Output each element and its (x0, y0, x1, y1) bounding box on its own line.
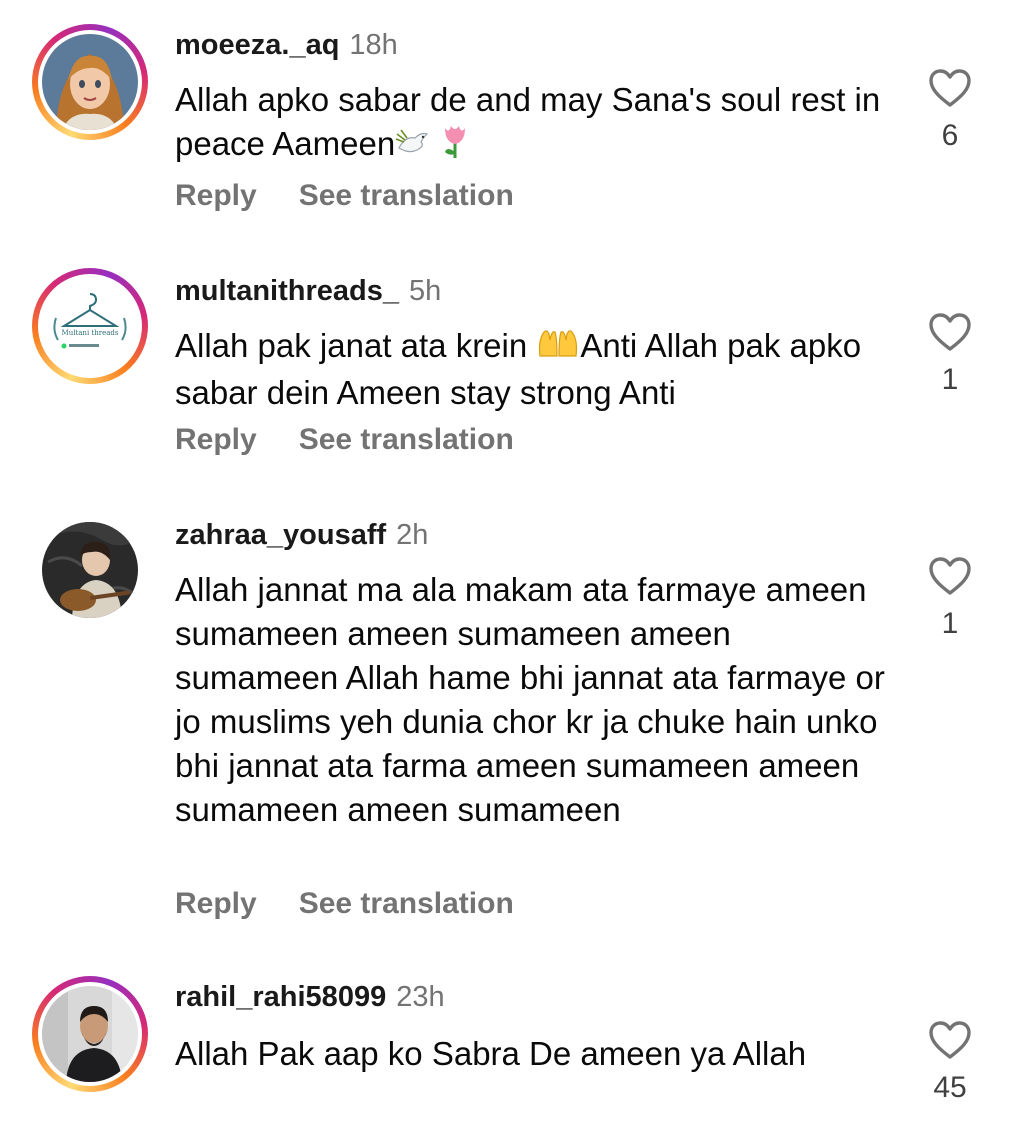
comment-username[interactable]: zahraa_yousaff (175, 519, 386, 551)
comment-username[interactable]: moeeza._aq (175, 29, 339, 61)
comment-time: 2h (396, 519, 429, 551)
avatar-story-ring[interactable] (32, 976, 148, 1092)
heart-outline-icon[interactable] (922, 312, 978, 352)
avatar: Multani threads (42, 278, 138, 374)
comment-text-content: Allah pak janat ata krein (175, 327, 537, 364)
reply-button[interactable]: Reply (175, 422, 257, 458)
comment-username[interactable]: multanithreads_ (175, 275, 399, 307)
avatar (42, 986, 138, 1082)
comment-item: Multani threads multanithreads_ 5h Allah … (0, 240, 1024, 490)
comment-text: Allah pak janat ata krein Anti Allah pak… (175, 324, 875, 415)
like-count: 1 (941, 607, 959, 640)
avatar-story-ring[interactable] (32, 24, 148, 140)
heart-outline-icon[interactable] (922, 68, 978, 108)
see-translation-button[interactable]: See translation (299, 178, 514, 214)
heart-outline-icon[interactable] (922, 1020, 978, 1060)
like-count: 1 (941, 363, 959, 396)
comment-username[interactable]: rahil_rahi58099 (175, 981, 386, 1013)
comment-text: Allah Pak aap ko Sabra De ameen ya Allah (175, 1032, 835, 1076)
comment-item: moeeza._aq 18h Allah apko sabar de and ma… (0, 0, 1024, 240)
avatar-story-ring[interactable]: Multani threads (32, 268, 148, 384)
dove-emoji (395, 125, 431, 169)
comment-time: 23h (396, 981, 445, 1013)
see-translation-button[interactable]: See translation (299, 422, 514, 458)
comment-text-content: Allah Pak aap ko Sabra De ameen ya Allah (175, 1035, 807, 1072)
like-count: 6 (941, 119, 959, 152)
comment-item: rahil_rahi58099 23h Allah Pak aap ko Sabr… (0, 960, 1024, 1126)
avatar (42, 34, 138, 130)
reply-button[interactable]: Reply (175, 886, 257, 922)
reply-button[interactable]: Reply (175, 178, 257, 214)
comment-text: Allah apko sabar de and may Sana's soul … (175, 78, 895, 171)
avatar-logo-text: Multani threads (62, 329, 119, 337)
see-translation-button[interactable]: See translation (299, 886, 514, 922)
comment-text: Allah jannat ma ala makam ata farmaye am… (175, 568, 885, 832)
like-count: 45 (933, 1071, 967, 1104)
comment-text-content: Allah jannat ma ala makam ata farmaye am… (175, 571, 885, 828)
comment-time: 5h (409, 275, 442, 307)
comment-time: 18h (349, 29, 398, 61)
comment-item: zahraa_yousaff 2h Allah jannat ma ala mak… (0, 490, 1024, 960)
comment-text-content: Allah apko sabar de and may Sana's soul … (175, 81, 881, 163)
palms-up-emoji (536, 326, 580, 371)
avatar[interactable] (42, 522, 138, 618)
tulip-emoji (439, 122, 471, 171)
heart-outline-icon[interactable] (922, 556, 978, 596)
